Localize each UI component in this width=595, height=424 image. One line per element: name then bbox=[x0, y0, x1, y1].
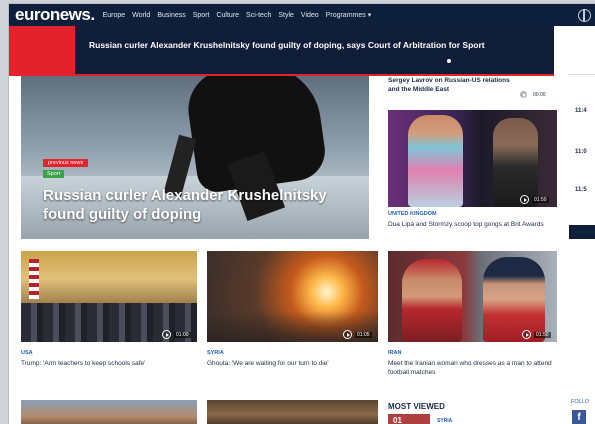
video-duration: 01:50 bbox=[532, 197, 549, 203]
banner-headline[interactable]: Russian curler Alexander Krushelnitsky f… bbox=[89, 40, 485, 50]
play-icon[interactable] bbox=[162, 330, 171, 339]
most-viewed-heading: MOST VIEWED bbox=[388, 402, 445, 411]
latest-bar[interactable] bbox=[569, 225, 595, 239]
nav-item-business[interactable]: Business bbox=[157, 12, 185, 19]
card-image-iran[interactable]: 01:50 bbox=[388, 251, 557, 342]
card-image-syria[interactable]: 01:05 bbox=[207, 251, 378, 342]
previous-news-tag: previous news bbox=[43, 159, 89, 167]
card-image-row3-middle[interactable] bbox=[207, 400, 378, 424]
right-top-title[interactable]: Sergey Lavrov on Russian-US relations an… bbox=[388, 76, 516, 94]
video-duration: 01:00 bbox=[174, 332, 191, 338]
card-title[interactable]: Meet the Iranian woman who dresses as a … bbox=[388, 359, 557, 377]
play-icon[interactable] bbox=[519, 90, 528, 99]
nav-item-europe[interactable]: Europe bbox=[103, 12, 126, 19]
card-category[interactable]: SYRIA bbox=[207, 350, 224, 356]
video-duration: 01:05 bbox=[355, 332, 372, 338]
latest-time: 11:5 bbox=[575, 187, 587, 193]
euronews-logo[interactable]: euronews. bbox=[15, 5, 95, 25]
nav-item-sci-tech[interactable]: Sci-tech bbox=[246, 12, 271, 19]
nav-item-sport[interactable]: Sport bbox=[193, 12, 210, 19]
globe-icon[interactable] bbox=[578, 9, 591, 22]
nav-item-world[interactable]: World bbox=[132, 12, 150, 19]
play-icon[interactable] bbox=[343, 330, 352, 339]
browser-frame: euronews. Europe World Business Sport Cu… bbox=[9, 4, 595, 424]
nav-item-video[interactable]: Video bbox=[301, 12, 319, 19]
video-duration: 01:50 bbox=[534, 332, 551, 338]
dua-lipa-figure bbox=[408, 115, 463, 207]
latest-divider bbox=[569, 74, 595, 75]
us-flag bbox=[29, 259, 39, 299]
right-top-story[interactable]: Sergey Lavrov on Russian-US relations an… bbox=[388, 76, 557, 102]
card-image-row3-left[interactable] bbox=[21, 400, 197, 424]
card-category[interactable]: IRAN bbox=[388, 350, 401, 356]
card-title[interactable]: Dua Lipa and Stormzy scoop top gongs at … bbox=[388, 220, 557, 229]
carousel-dot[interactable] bbox=[447, 59, 451, 63]
sport-category-tag[interactable]: Sport bbox=[43, 170, 65, 178]
facebook-icon[interactable]: f bbox=[572, 410, 586, 424]
video-duration: 00:00 bbox=[533, 92, 546, 98]
card-image-usa[interactable]: 01:00 bbox=[21, 251, 197, 342]
card-category[interactable]: United Kingdom bbox=[388, 211, 437, 217]
banner-accent bbox=[9, 26, 75, 74]
hero-title[interactable]: Russian curler Alexander Krushelnitsky f… bbox=[43, 186, 363, 224]
play-icon[interactable] bbox=[520, 195, 529, 204]
smoke-haze bbox=[207, 311, 378, 342]
card-title[interactable]: Trump: 'Arm teachers to keep schools saf… bbox=[21, 359, 197, 368]
top-navigation: euronews. Europe World Business Sport Cu… bbox=[9, 4, 595, 26]
play-icon[interactable] bbox=[522, 330, 531, 339]
brit-awards-image[interactable]: 01:50 bbox=[388, 110, 557, 207]
follow-label: FOLLO bbox=[571, 399, 590, 405]
nav-item-programmes[interactable]: Programmes ▾ bbox=[326, 11, 372, 19]
latest-time: 11:4 bbox=[575, 108, 587, 114]
latest-time: 11:0 bbox=[575, 149, 587, 155]
stormzy-figure bbox=[493, 118, 538, 207]
card-category[interactable]: USA bbox=[21, 350, 33, 356]
nav-item-style[interactable]: Style bbox=[278, 12, 294, 19]
card-title[interactable]: Ghouta: 'We are waiting for our turn to … bbox=[207, 359, 382, 368]
most-viewed-category[interactable]: SYRIA bbox=[437, 418, 452, 424]
most-viewed-rank: 01 bbox=[393, 416, 402, 424]
disguised-figure bbox=[483, 257, 545, 342]
woman-figure bbox=[402, 259, 462, 342]
hero-story[interactable]: previous news Sport Russian curler Alexa… bbox=[21, 76, 369, 239]
breaking-news-banner[interactable]: Russian curler Alexander Krushelnitsky f… bbox=[9, 26, 554, 74]
nav-item-culture[interactable]: Culture bbox=[216, 12, 239, 19]
